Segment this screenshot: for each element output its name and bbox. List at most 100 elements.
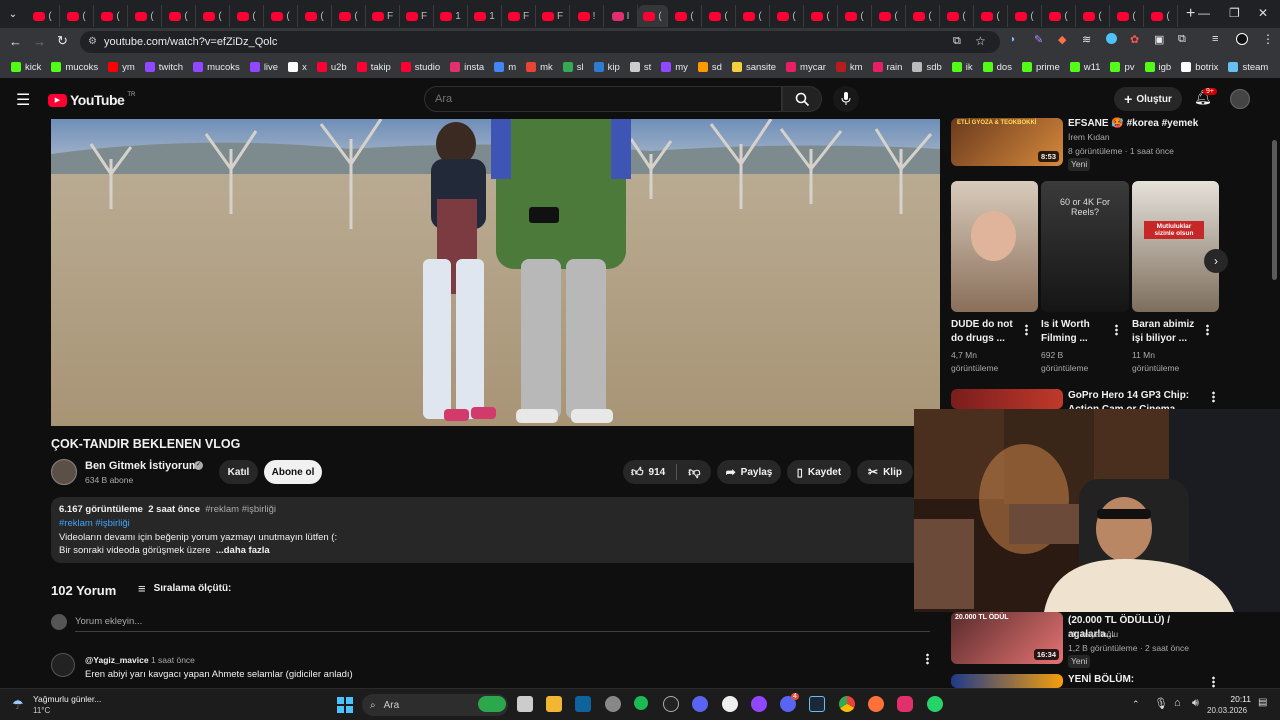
channel-name[interactable]: Ben Gitmek İstiyorum. (85, 460, 202, 472)
app-icon[interactable] (692, 696, 708, 712)
browser-tab[interactable]: ( (638, 5, 668, 27)
bookmark-item[interactable]: igb (1140, 62, 1177, 73)
bookmark-item[interactable]: kick (6, 62, 46, 73)
extension-icon[interactable]: ◆ (1058, 33, 1066, 46)
bookmark-item[interactable]: x (283, 62, 312, 73)
bookmark-item[interactable]: mycar (781, 62, 831, 73)
extension-icon[interactable]: ✎ (1034, 33, 1043, 46)
clock-date[interactable]: 20.03.2026 (1207, 706, 1247, 715)
create-button[interactable]: + Oluştur (1114, 87, 1182, 111)
clock-time[interactable]: 20:11 (1221, 694, 1251, 704)
network-icon[interactable]: ⌂ (1174, 697, 1181, 709)
save-button[interactable]: ▯ Kaydet (787, 460, 851, 484)
store-icon[interactable] (575, 696, 591, 712)
search-box[interactable] (424, 86, 782, 112)
maximize-icon[interactable]: ❐ (1229, 6, 1240, 20)
bookmark-item[interactable]: m (489, 62, 521, 73)
close-window-icon[interactable]: ✕ (1258, 6, 1268, 20)
bookmark-item[interactable]: kip (589, 62, 625, 73)
scrollbar-thumb[interactable] (1272, 140, 1277, 280)
browser-tab[interactable]: ! (570, 5, 604, 27)
extension-icon[interactable]: ◗ (1010, 34, 1016, 45)
shorts-menu-icon[interactable] (1206, 324, 1209, 336)
bookmark-item[interactable]: w11 (1065, 62, 1106, 73)
browser-tab[interactable]: 1 (468, 5, 502, 27)
comment-author[interactable]: @Yagiz_mavice (85, 655, 149, 665)
extension-icon[interactable]: ✿ (1130, 33, 1139, 46)
search-button[interactable] (782, 86, 822, 112)
video-player[interactable] (51, 119, 940, 426)
shorts-title[interactable]: DUDE do not do drugs ... (951, 318, 1021, 346)
browser-tab[interactable]: ( (264, 5, 298, 27)
bookmark-item[interactable]: mucoks (188, 62, 245, 73)
weather-icon[interactable]: ☂ (12, 697, 24, 713)
obs-icon[interactable] (663, 696, 679, 712)
bookmark-item[interactable]: st (625, 62, 656, 73)
browser-tab[interactable]: ( (804, 5, 838, 27)
shorts-title[interactable]: Baran abimiz işi biliyor ... (1132, 318, 1202, 346)
recommended-menu-icon[interactable] (1212, 391, 1215, 403)
browser-tab[interactable]: F (502, 5, 536, 27)
account-avatar[interactable] (1230, 89, 1250, 109)
browser-tab[interactable]: ( (1076, 5, 1110, 27)
task-view-icon[interactable] (517, 696, 533, 712)
bookmark-item[interactable]: sd (693, 62, 727, 73)
browser-tab[interactable]: ( (668, 5, 702, 27)
browser-tab[interactable]: ( (60, 5, 94, 27)
bookmark-item[interactable]: live (245, 62, 283, 73)
like-icon[interactable]: 👍︎ (631, 465, 644, 480)
minimize-icon[interactable]: — (1198, 6, 1210, 20)
recommended-channel[interactable]: İrem Kıdan (1068, 131, 1110, 144)
bookmark-item[interactable]: dos (978, 62, 1017, 73)
profile-avatar[interactable] (1236, 33, 1248, 45)
browser-tab[interactable]: ( (196, 5, 230, 27)
browser-tab[interactable]: ( (872, 5, 906, 27)
app-icon[interactable] (751, 696, 767, 712)
recommended-menu-icon[interactable] (1212, 676, 1215, 688)
browser-tab[interactable]: ( (1144, 5, 1178, 27)
hashtags[interactable]: #reklam #işbirliği (59, 518, 130, 529)
youtube-logo[interactable]: ▶ YouTube TR (48, 92, 135, 108)
search-input[interactable] (435, 93, 735, 105)
bookmark-item[interactable]: sl (558, 62, 589, 73)
browser-tab[interactable]: F (366, 5, 400, 27)
browser-tab[interactable]: ( (770, 5, 804, 27)
bookmark-item[interactable]: takip (352, 62, 396, 73)
bookmark-item[interactable]: my (656, 62, 693, 73)
bookmark-star-icon[interactable]: ☆ (975, 34, 986, 48)
browser-tab[interactable]: ( (128, 5, 162, 27)
bookmark-item[interactable]: ik (947, 62, 978, 73)
recommended-channel[interactable]: alp hayaloğlu (1068, 628, 1118, 641)
bookmark-item[interactable]: studio (396, 62, 445, 73)
back-icon[interactable]: ← (9, 34, 22, 49)
browser-tab[interactable]: ( (230, 5, 264, 27)
browser-tab[interactable]: ( (332, 5, 366, 27)
share-button[interactable]: ➦ Paylaş (717, 460, 781, 484)
shorts-thumbnail[interactable] (951, 181, 1038, 312)
browser-tab[interactable]: ( (940, 5, 974, 27)
sort-button[interactable]: ≡ Sıralama ölçütü: (138, 581, 231, 596)
comment-author-avatar[interactable] (51, 653, 75, 677)
whatsapp-icon[interactable] (927, 696, 943, 712)
browser-tab[interactable]: F (400, 5, 434, 27)
notification-center-icon[interactable]: ▤ (1258, 697, 1267, 708)
extension-icon[interactable] (1106, 33, 1117, 44)
dislike-icon[interactable]: 👎︎ (688, 465, 700, 480)
address-bar[interactable]: ⚙ youtube.com/watch?v=efZiDz_Qolc ⧉ ☆ (80, 31, 1000, 53)
browser-tab[interactable]: ( (26, 5, 60, 27)
browser-tab[interactable]: F (536, 5, 570, 27)
add-comment-input[interactable]: Yorum ekleyin... (75, 616, 142, 627)
tab-search-button[interactable]: ⌄ (0, 0, 26, 28)
firefox-icon[interactable] (868, 696, 884, 712)
bookmark-item[interactable]: sdb (907, 62, 946, 73)
chevron-up-icon[interactable]: ⌃ (1132, 699, 1140, 710)
steam-icon[interactable] (809, 696, 825, 712)
recommended-thumbnail[interactable]: ETLİ GYOZA & TEOKBOKKİ 8:53 (951, 118, 1063, 166)
browser-tab[interactable]: ( (162, 5, 196, 27)
browser-tab[interactable]: ( (94, 5, 128, 27)
settings-icon[interactable] (605, 696, 621, 712)
browser-menu-icon[interactable]: ⋮ (1262, 32, 1274, 46)
bookmark-item[interactable]: prime (1017, 62, 1065, 73)
clip-button[interactable]: ✂ Klip (857, 460, 913, 484)
bookmark-item[interactable]: twitch (140, 62, 188, 73)
